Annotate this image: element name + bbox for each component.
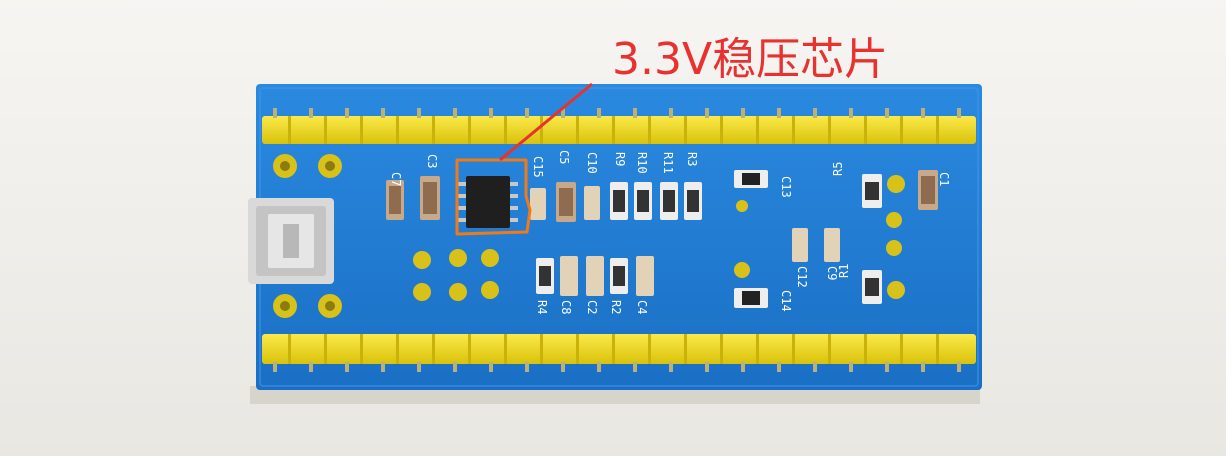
usb-connector	[248, 198, 334, 284]
annotation-label: 3.3V稳压芯片	[612, 34, 889, 85]
silkscreen-label-r9: R9	[613, 152, 627, 166]
silkscreen-label-c8: C8	[559, 300, 573, 314]
silkscreen-label-r11: R11	[661, 152, 675, 174]
silkscreen-label-r4: R4	[535, 300, 549, 314]
silkscreen-label-c13: C13	[779, 176, 793, 198]
silkscreen-label-r10: R10	[635, 152, 649, 174]
regulator-chip	[458, 176, 518, 228]
silkscreen-label-c1: C1	[937, 172, 951, 186]
silkscreen-label-r5: R5	[831, 162, 845, 176]
silkscreen-label-c10: C10	[585, 152, 599, 174]
silkscreen-label-c15: C15	[531, 156, 545, 178]
silkscreen-label-c7: C7	[389, 172, 403, 186]
silkscreen-label-c12: C12	[795, 266, 809, 288]
silkscreen-label-c4: C4	[635, 300, 649, 314]
silkscreen-label-c3: C3	[425, 154, 439, 168]
silkscreen-label-r1: R1	[837, 264, 851, 278]
silkscreen-label-r3: R3	[685, 152, 699, 166]
silkscreen-label-c2: C2	[585, 300, 599, 314]
silkscreen-label-c14: C14	[779, 290, 793, 312]
silkscreen-label-r2: R2	[609, 300, 623, 314]
silkscreen-label-c5: C5	[557, 150, 571, 164]
